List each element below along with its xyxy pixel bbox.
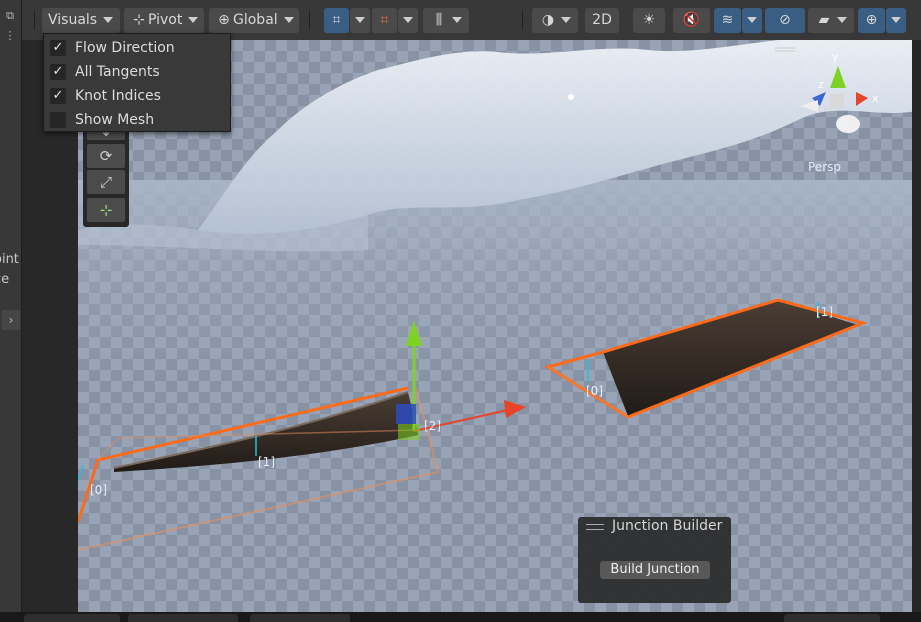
menu-item-all-tangents[interactable]: ✓ All Tangents: [44, 60, 230, 84]
increment-snap-menu[interactable]: [398, 8, 418, 33]
window-icon[interactable]: ⧉: [1, 9, 19, 25]
lighting-button[interactable]: ☀: [633, 8, 665, 33]
pivot-icon: ⊹: [133, 12, 145, 28]
bottom-tab[interactable]: [24, 614, 120, 622]
more-options-icon[interactable]: ⋮: [1, 29, 19, 45]
left-panel: ⧉ ⋮ oint ce ›: [0, 0, 22, 612]
gizmos-button[interactable]: ⊕: [858, 8, 885, 33]
truncated-label: ce: [0, 272, 10, 287]
audio-button[interactable]: 🔇: [673, 8, 710, 33]
chevron-down-icon: [403, 17, 413, 23]
rotate-icon: ⟳: [99, 147, 113, 165]
build-junction-button[interactable]: Build Junction: [600, 561, 710, 579]
shading-mode-button[interactable]: ◑: [532, 8, 578, 33]
camera-icon: ▰: [818, 12, 830, 28]
checkbox[interactable]: ✓: [50, 64, 66, 80]
chevron-down-icon: [747, 17, 757, 23]
camera-button[interactable]: ▰: [808, 8, 854, 33]
scene-visibility-button[interactable]: ⊘: [765, 8, 805, 33]
drag-handle-icon[interactable]: [586, 524, 604, 530]
checkbox[interactable]: [50, 112, 66, 128]
right-edge: [912, 40, 921, 612]
knot-label: [1]: [816, 305, 833, 319]
global-dropdown[interactable]: ⊕ Global: [209, 8, 299, 33]
chevron-down-icon: [283, 17, 294, 23]
chevron-down-icon: [355, 17, 365, 23]
globe-icon: ⊕: [218, 12, 230, 28]
pivot-dropdown[interactable]: ⊹ Pivot: [124, 8, 204, 33]
junction-builder-overlay: Junction Builder Build Junction: [578, 517, 731, 603]
effects-button[interactable]: ≋: [714, 8, 741, 33]
increment-snap-icon: ⌗: [380, 12, 389, 28]
chevron-down-icon: [891, 17, 901, 23]
visuals-menu: ✓ Flow Direction ✓ All Tangents ✓ Knot I…: [43, 33, 231, 132]
align-icon: ⫼: [435, 12, 443, 28]
knot-label: [0]: [586, 384, 603, 398]
menu-item-flow-direction[interactable]: ✓ Flow Direction: [44, 36, 230, 60]
chevron-down-icon: [837, 17, 847, 23]
scene-editor: ⧉ ⋮ oint ce › Visuals ⊹Pivot ⊕Global ⌗ ⌗…: [0, 0, 921, 622]
mute-icon: 🔇: [682, 12, 701, 28]
shading-icon: ◑: [541, 12, 555, 28]
truncated-label: oint: [0, 252, 19, 267]
bottom-tab[interactable]: [128, 614, 238, 622]
chevron-right-icon[interactable]: ›: [2, 310, 20, 330]
rotate-tool-button[interactable]: ⟳: [87, 144, 125, 168]
align-button[interactable]: ⫼: [423, 8, 469, 33]
grid-snapping-button[interactable]: ⌗: [324, 8, 349, 33]
checkbox[interactable]: ✓: [50, 88, 66, 104]
increment-snap-button[interactable]: ⌗: [372, 8, 397, 33]
chevron-down-icon: [188, 17, 199, 23]
add-knot-icon: ⊹: [99, 201, 113, 219]
2d-mode-button[interactable]: 2D: [585, 8, 619, 33]
menu-item-label: Knot Indices: [75, 88, 161, 104]
menu-item-label: Flow Direction: [75, 40, 175, 56]
gizmos-menu[interactable]: [886, 8, 906, 33]
chevron-down-icon: [561, 17, 571, 23]
menu-item-knot-indices[interactable]: ✓ Knot Indices: [44, 84, 230, 108]
menu-item-label: Show Mesh: [75, 112, 155, 128]
scale-icon: ⤢: [99, 173, 112, 191]
layers-icon: ≋: [721, 12, 734, 28]
transform-tools-panel: ↓ ⟳ ⤢ ⊹: [83, 120, 129, 227]
axis-y-label: y: [832, 50, 839, 63]
visuals-dropdown[interactable]: Visuals: [42, 8, 120, 33]
knot-label: [1]: [258, 455, 275, 469]
grid-snapping-menu[interactable]: [350, 8, 370, 33]
chevron-down-icon: [103, 17, 114, 23]
chevron-down-icon: [452, 17, 462, 23]
projection-label[interactable]: Persp: [808, 160, 841, 174]
gizmo-icon: ⊕: [865, 12, 878, 28]
grid-snap-icon: ⌗: [332, 12, 341, 28]
menu-item-label: All Tangents: [75, 64, 160, 80]
overlay-title: Junction Builder: [612, 518, 723, 534]
spline-add-knot-button[interactable]: ⊹: [87, 198, 125, 222]
global-label: Global: [233, 12, 278, 28]
visuals-label: Visuals: [48, 12, 98, 28]
knot-label: [2]: [424, 419, 441, 433]
axis-z-label: z: [818, 78, 824, 91]
bottom-tab[interactable]: [784, 614, 880, 622]
bottom-tab-strip: [0, 612, 921, 622]
eye-slash-icon: ⊘: [779, 12, 791, 28]
scale-tool-button[interactable]: ⤢: [87, 170, 125, 194]
light-bulb-icon: ☀: [642, 12, 656, 28]
checkbox[interactable]: ✓: [50, 40, 66, 56]
bottom-tab[interactable]: [250, 614, 350, 622]
pivot-label: Pivot: [148, 12, 183, 28]
knot-label: [0]: [90, 483, 107, 497]
axis-x-label: x: [872, 92, 879, 105]
effects-menu[interactable]: [742, 8, 762, 33]
menu-item-show-mesh[interactable]: Show Mesh: [44, 108, 230, 132]
2d-label: 2D: [592, 12, 612, 28]
